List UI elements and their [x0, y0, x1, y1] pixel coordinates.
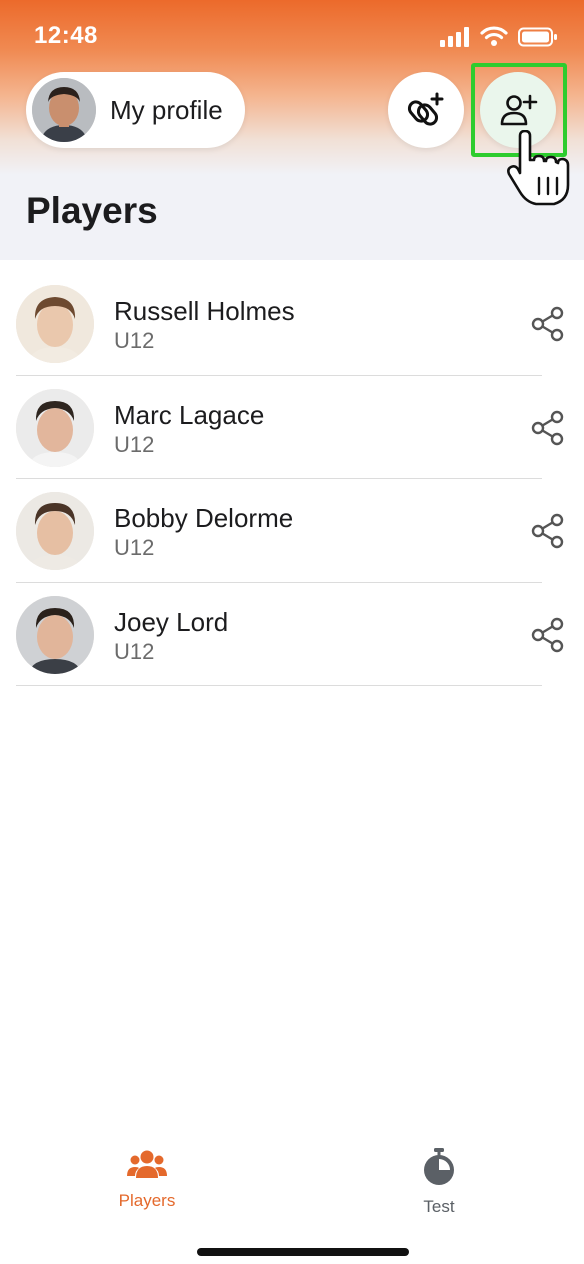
profile-avatar	[32, 78, 96, 142]
player-list: Russell Holmes U12 Marc Lagace U12 Bobby…	[16, 272, 564, 686]
my-profile-label: My profile	[110, 94, 223, 125]
battery-icon	[518, 27, 557, 46]
share-icon[interactable]	[530, 306, 566, 342]
player-name: Bobby Delorme	[114, 503, 294, 533]
bottom-tab-bar: Players Test	[0, 1140, 584, 1220]
my-profile-button[interactable]: My profile	[26, 72, 245, 148]
player-team: U12	[114, 638, 155, 664]
stopwatch-icon	[424, 1148, 454, 1185]
player-avatar	[16, 388, 94, 467]
page-title: Players	[26, 190, 158, 231]
player-row[interactable]: Russell Holmes U12	[16, 272, 564, 376]
player-team: U12	[114, 431, 155, 457]
player-avatar	[16, 285, 94, 363]
wifi-icon	[480, 26, 508, 46]
tab-test-label: Test	[423, 1197, 455, 1216]
player-team: U12	[114, 328, 155, 353]
add-user-icon	[500, 94, 538, 126]
cellular-signal-icon	[440, 26, 469, 47]
team-icon	[127, 1150, 167, 1178]
share-icon[interactable]	[530, 617, 566, 653]
status-bar: 12:48	[0, 0, 584, 72]
player-avatar	[16, 595, 94, 674]
hand-pointer-icon	[507, 130, 570, 206]
player-row[interactable]: Marc Lagace U12	[16, 376, 564, 479]
status-icons	[440, 26, 558, 47]
home-indicator	[197, 1248, 409, 1256]
player-name: Marc Lagace	[114, 399, 265, 430]
link-player-button[interactable]	[388, 72, 464, 148]
tab-players-label: Players	[118, 1191, 176, 1210]
player-name: Russell Holmes	[114, 296, 295, 326]
player-team: U12	[114, 535, 155, 560]
link-add-icon	[407, 92, 444, 126]
tab-test[interactable]: Test	[379, 1148, 499, 1217]
player-row[interactable]: Bobby Delorme U12	[16, 479, 564, 583]
share-icon[interactable]	[530, 513, 566, 549]
share-icon[interactable]	[530, 410, 566, 446]
status-time: 12:48	[34, 22, 98, 49]
players-screen: 12:48 My profile Players Russell Holmes …	[0, 0, 584, 1264]
player-row[interactable]: Joey Lord U12	[16, 583, 564, 686]
player-name: Joey Lord	[114, 606, 229, 637]
player-avatar	[16, 492, 94, 570]
tab-players[interactable]: Players	[87, 1148, 207, 1211]
